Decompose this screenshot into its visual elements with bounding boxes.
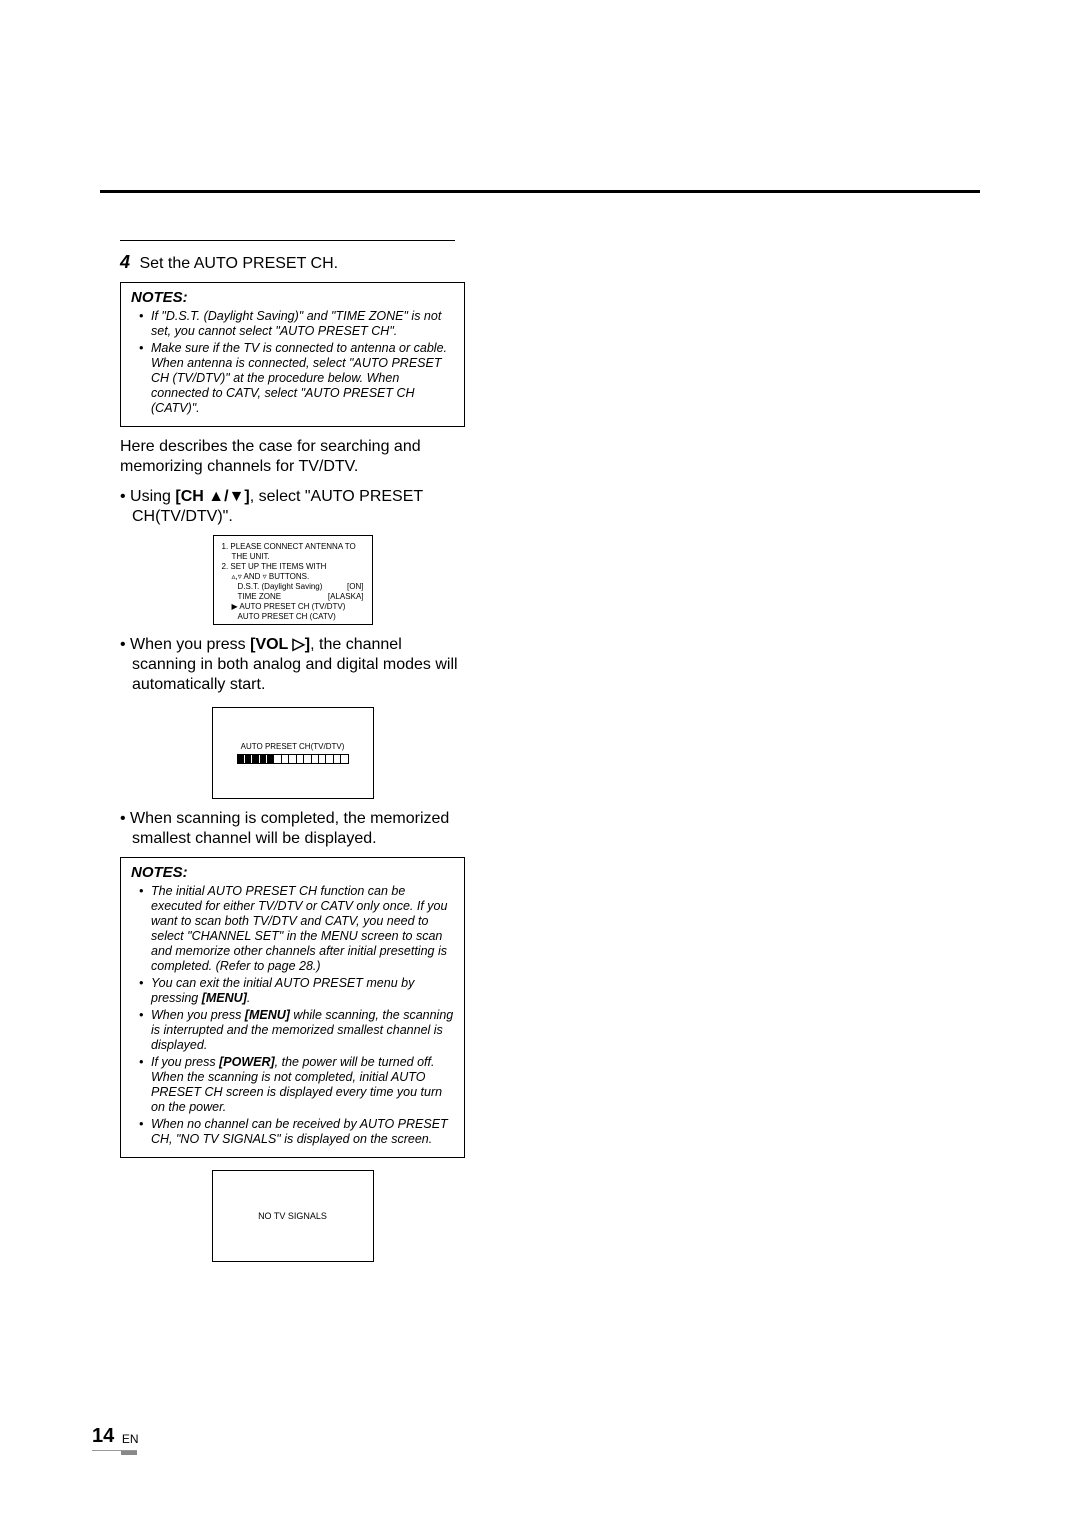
button-ref: [CH ▲/▼] <box>175 488 249 505</box>
osd-screen-nosignal: NO TV SIGNALS <box>212 1170 374 1262</box>
button-ref: [MENU] <box>202 991 247 1005</box>
osd-row: TIME ZONE [ALASKA] <box>222 592 364 602</box>
notes-box-2: NOTES: The initial AUTO PRESET CH functi… <box>120 857 465 1158</box>
osd-screen-progress: AUTO PRESET CH(TV/DTV) <box>212 707 374 799</box>
osd-row: D.S.T. (Daylight Saving) [ON] <box>222 582 364 592</box>
page-number-value: 14 <box>92 1425 114 1447</box>
bullet-item: When you press [VOL ▷], the channel scan… <box>132 635 465 695</box>
text: You can exit the initial AUTO PRESET men… <box>151 976 414 1005</box>
note-item: Make sure if the TV is connected to ante… <box>143 341 454 416</box>
note-item: The initial AUTO PRESET CH function can … <box>143 884 454 974</box>
osd-line: 1. PLEASE CONNECT ANTENNA TO <box>222 542 364 552</box>
button-ref: [VOL ▷] <box>250 636 310 653</box>
button-ref: [POWER] <box>219 1055 275 1069</box>
page-number: 14 EN <box>92 1425 136 1448</box>
osd-text: NO TV SIGNALS <box>258 1211 327 1221</box>
notes-title: NOTES: <box>131 289 454 306</box>
osd-line: ▵,▿ AND ▿ BUTTONS. <box>222 572 364 582</box>
text: When you press <box>130 636 250 653</box>
notes-title: NOTES: <box>131 864 454 881</box>
note-item: If you press [POWER], the power will be … <box>143 1055 454 1115</box>
osd-line: AUTO PRESET CH (CATV) <box>222 612 364 622</box>
bullet-item: Using [CH ▲/▼], select "AUTO PRESET CH(T… <box>132 487 465 527</box>
text: . <box>247 991 250 1005</box>
text: Using <box>130 488 175 505</box>
notes-list: If "D.S.T. (Daylight Saving)" and "TIME … <box>131 309 454 416</box>
footer-tick <box>121 1451 137 1455</box>
button-ref: [MENU] <box>245 1008 290 1022</box>
note-item: If "D.S.T. (Daylight Saving)" and "TIME … <box>143 309 454 339</box>
paragraph: Here describes the case for searching an… <box>120 437 465 477</box>
note-item: When you press [MENU] while scanning, th… <box>143 1008 454 1053</box>
osd-label: TIME ZONE <box>238 592 282 602</box>
osd-line: ▶ AUTO PRESET CH (TV/DTV) <box>222 602 364 612</box>
osd-value: [ALASKA] <box>328 592 364 602</box>
notes-list: The initial AUTO PRESET CH function can … <box>131 884 454 1147</box>
bullet-item: When scanning is completed, the memorize… <box>132 809 465 849</box>
progress-bar <box>237 754 349 764</box>
text: When you press <box>151 1008 245 1022</box>
osd-line: THE UNIT. <box>222 552 364 562</box>
osd-line: 2. SET UP THE ITEMS WITH <box>222 562 364 572</box>
osd-label: D.S.T. (Daylight Saving) <box>238 582 323 592</box>
osd-title: AUTO PRESET CH(TV/DTV) <box>241 742 345 751</box>
note-item: When no channel can be received by AUTO … <box>143 1117 454 1147</box>
page-lang: EN <box>122 1432 139 1446</box>
osd-value: [ON] <box>347 582 363 592</box>
manual-page: 4 Set the AUTO PRESET CH. NOTES: If "D.S… <box>0 0 1080 1528</box>
left-column: 4 Set the AUTO PRESET CH. NOTES: If "D.S… <box>120 237 465 1272</box>
progress-segments <box>238 755 348 763</box>
osd-screen-setup: 1. PLEASE CONNECT ANTENNA TO THE UNIT. 2… <box>213 535 373 625</box>
step-text: Set the AUTO PRESET CH. <box>139 255 338 272</box>
step-4-line: 4 Set the AUTO PRESET CH. <box>120 252 465 274</box>
text: If you press <box>151 1055 219 1069</box>
header-rule <box>100 190 980 193</box>
notes-box-1: NOTES: If "D.S.T. (Daylight Saving)" and… <box>120 282 465 427</box>
step-number: 4 <box>120 252 130 272</box>
note-item: You can exit the initial AUTO PRESET men… <box>143 976 454 1006</box>
